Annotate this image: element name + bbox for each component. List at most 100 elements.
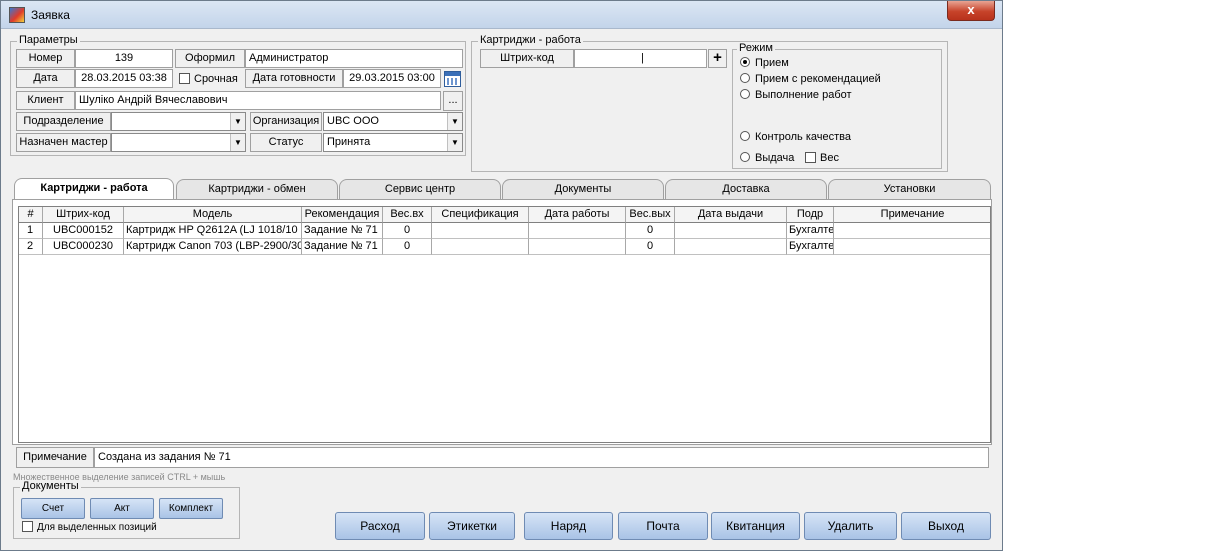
table-cell — [432, 239, 529, 255]
act-button[interactable]: Акт — [90, 498, 154, 519]
tab-documents[interactable]: Документы — [502, 179, 664, 199]
table-cell: UBC000230 — [43, 239, 124, 255]
tab-delivery[interactable]: Доставка — [665, 179, 827, 199]
radio-icon[interactable] — [740, 57, 750, 67]
table-cell — [834, 239, 990, 255]
radio-icon[interactable] — [740, 152, 750, 162]
column-header[interactable]: Спецификация — [432, 207, 529, 223]
author-field[interactable]: Администратор — [245, 49, 463, 68]
exit-button[interactable]: Выход — [901, 512, 991, 540]
radio-icon[interactable] — [740, 89, 750, 99]
mail-button[interactable]: Почта — [618, 512, 708, 540]
delete-button[interactable]: Удалить — [804, 512, 897, 540]
ready-date-field[interactable]: 29.03.2015 03:00 — [343, 69, 441, 88]
table-cell: Картридж Canon 703 (LBP-2900/30 — [124, 239, 302, 255]
master-label: Назначен мастер — [16, 133, 111, 152]
status-value: Принята — [327, 136, 371, 148]
title-bar: Заявка x — [1, 1, 1002, 29]
mode-option-quality[interactable]: Контроль качества — [740, 131, 851, 143]
chevron-down-icon[interactable]: ▼ — [230, 134, 245, 151]
urgent-checkbox[interactable]: Срочная — [179, 73, 238, 85]
receipt-button[interactable]: Квитанция — [711, 512, 800, 540]
mode-option-label: Прием с рекомендацией — [755, 73, 881, 85]
org-select[interactable]: UBC ООО ▼ — [323, 112, 463, 131]
number-field[interactable]: 139 — [75, 49, 173, 68]
column-header[interactable]: Подр — [787, 207, 834, 223]
column-header[interactable]: Дата работы — [529, 207, 626, 223]
mode-legend: Режим — [737, 42, 775, 54]
org-value: UBC ООО — [327, 115, 379, 127]
invoice-button[interactable]: Счет — [21, 498, 85, 519]
weight-check-box[interactable] — [805, 152, 816, 163]
mode-option-receive[interactable]: Прием — [740, 57, 789, 69]
client-lookup-button[interactable]: ... — [443, 91, 463, 111]
column-header[interactable]: Вес.вых — [626, 207, 675, 223]
table-cell — [834, 223, 990, 239]
table-cell — [675, 239, 787, 255]
chevron-down-icon[interactable]: ▼ — [447, 134, 462, 151]
table-cell: 0 — [383, 239, 432, 255]
mode-option-receive-recommend[interactable]: Прием с рекомендацией — [740, 73, 881, 85]
status-label: Статус — [250, 133, 322, 152]
tab-cartridges-exchange[interactable]: Картриджи - обмен — [176, 179, 338, 199]
mode-option-label: Выдача — [755, 152, 795, 164]
mode-option-work[interactable]: Выполнение работ — [740, 89, 852, 101]
expense-button[interactable]: Расход — [335, 512, 425, 540]
weight-label: Вес — [820, 152, 839, 164]
calendar-icon[interactable] — [444, 71, 461, 87]
work-order-button[interactable]: Наряд — [524, 512, 613, 540]
documents-legend: Документы — [20, 480, 81, 492]
column-header[interactable]: Штрих-код — [43, 207, 124, 223]
note-field[interactable]: Создана из задания № 71 — [94, 447, 989, 468]
cartridges-work-legend: Картриджи - работа — [478, 34, 583, 46]
params-legend: Параметры — [17, 34, 80, 46]
selected-only-checkbox[interactable]: Для выделенных позиций — [22, 521, 157, 533]
org-label: Организация — [250, 112, 322, 131]
table-cell: 0 — [626, 223, 675, 239]
labels-button[interactable]: Этикетки — [429, 512, 515, 540]
column-header[interactable]: Вес.вх — [383, 207, 432, 223]
radio-icon[interactable] — [740, 73, 750, 83]
column-header[interactable]: # — [19, 207, 43, 223]
app-icon — [9, 7, 25, 23]
table-cell: 0 — [626, 239, 675, 255]
date-field[interactable]: 28.03.2015 03:38 — [75, 69, 173, 88]
client-field[interactable]: Шуліко Андрій Вячеславович — [75, 91, 441, 110]
table-cell: Задание № 71 — [302, 223, 383, 239]
mode-option-label: Выполнение работ — [755, 89, 852, 101]
selected-only-check-box[interactable] — [22, 521, 33, 532]
date-label: Дата — [16, 69, 75, 88]
window-title: Заявка — [31, 8, 70, 22]
tab-settings[interactable]: Установки — [828, 179, 991, 199]
cartridges-table[interactable]: # Штрих-код Модель Рекомендация Вес.вх С… — [18, 206, 991, 443]
master-select[interactable]: ▼ — [111, 133, 246, 152]
table-cell: Картридж HP Q2612A (LJ 1018/10 — [124, 223, 302, 239]
add-barcode-button[interactable]: + — [708, 49, 727, 68]
table-cell: Бухгалте — [787, 239, 834, 255]
weight-checkbox[interactable]: Вес — [805, 152, 839, 164]
table-cell: 0 — [383, 223, 432, 239]
chevron-down-icon[interactable]: ▼ — [447, 113, 462, 130]
column-header[interactable]: Рекомендация — [302, 207, 383, 223]
table-cell — [432, 223, 529, 239]
client-label: Клиент — [16, 91, 75, 110]
column-header[interactable]: Модель — [124, 207, 302, 223]
status-select[interactable]: Принята ▼ — [323, 133, 463, 152]
set-button[interactable]: Комплект — [159, 498, 223, 519]
urgent-check-box[interactable] — [179, 73, 190, 84]
mode-option-issue[interactable]: Выдача — [740, 152, 794, 164]
ready-date-label: Дата готовности — [245, 69, 343, 88]
mode-option-label: Контроль качества — [755, 131, 851, 143]
tab-cartridges-work[interactable]: Картриджи - работа — [14, 178, 174, 200]
column-header[interactable]: Дата выдачи — [675, 207, 787, 223]
table-cell — [675, 223, 787, 239]
tab-service-center[interactable]: Сервис центр — [339, 179, 501, 199]
radio-icon[interactable] — [740, 131, 750, 141]
selected-only-label: Для выделенных позиций — [37, 522, 157, 533]
close-button[interactable]: x — [947, 1, 995, 21]
division-select[interactable]: ▼ — [111, 112, 246, 131]
chevron-down-icon[interactable]: ▼ — [230, 113, 245, 130]
table-cell: Бухгалте — [787, 223, 834, 239]
column-header[interactable]: Примечание — [834, 207, 990, 223]
barcode-input[interactable]: | — [574, 49, 707, 68]
